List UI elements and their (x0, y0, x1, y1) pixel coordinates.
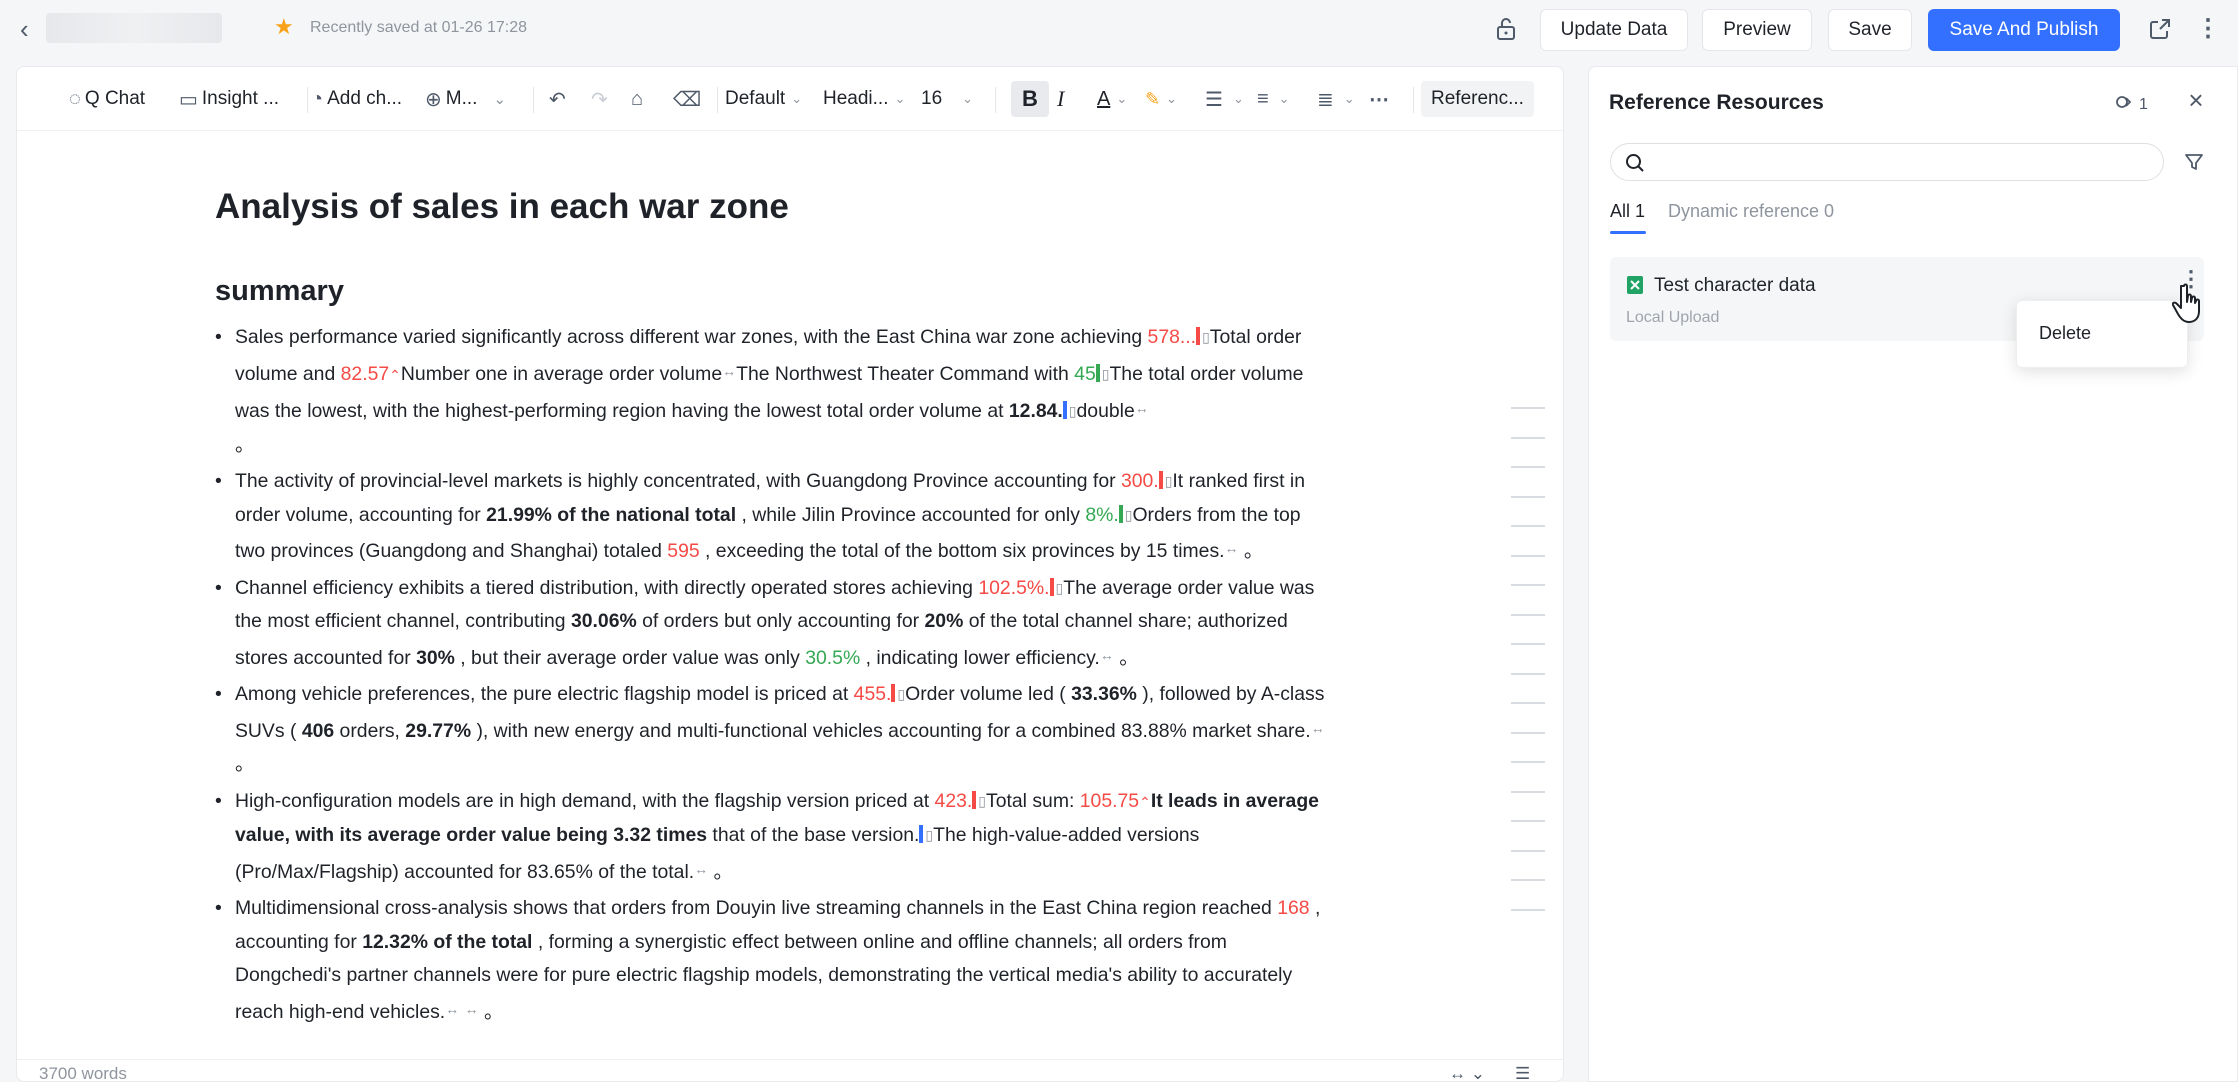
lock-icon[interactable] (1494, 16, 1518, 42)
heading-select[interactable]: Headi... ⌄ (823, 81, 905, 117)
more-tools-icon[interactable]: ⋯ (1369, 81, 1393, 117)
link-icon: ↔ (445, 1000, 460, 1017)
numbered-list-icon[interactable]: ≡ ⌄ (1257, 81, 1290, 117)
outline-toggle-icon[interactable]: ☰ (1515, 1064, 1530, 1081)
chevron-down-icon: ⌄ (1232, 91, 1244, 106)
formatting-toolbar: ◌ Q Chat ▭ Insight ... ◔ Add ch... ⊕ M... ⌄ ↶… (17, 67, 1563, 131)
search-input[interactable] (1655, 150, 2145, 176)
delete-menu-item[interactable]: Delete (2039, 323, 2091, 344)
link-icon: ↔ (1310, 719, 1325, 736)
text-color-icon[interactable]: A ⌄ (1097, 81, 1127, 117)
word-count: 3700 words (39, 1064, 127, 1082)
chevron-down-icon: ⌄ (493, 91, 507, 108)
link-icon: ↔ (694, 860, 709, 877)
pie-chart-icon: ◔ (311, 87, 324, 110)
chevron-down-icon: ⌄ (894, 91, 906, 106)
chevron-down-icon: ⌄ (1343, 91, 1355, 106)
undo-icon[interactable]: ↶ (549, 81, 570, 117)
link-chain-icon (2115, 93, 2133, 116)
reference-resources-panel: Reference Resources 1 × All 1 Dynamic re… (1588, 66, 2238, 1082)
link-icon: ↔ (1134, 400, 1149, 416)
tab-dynamic-reference[interactable]: Dynamic reference 0 (1668, 201, 1834, 222)
filter-icon[interactable] (2183, 151, 2205, 173)
summary-list: Sales performance varied significantly a… (215, 321, 1335, 1029)
bullet-list-icon[interactable]: ☰ ⌄ (1205, 81, 1244, 117)
document-outline-minimap[interactable] (1511, 407, 1545, 938)
list-item[interactable]: Multidimensional cross-analysis shows th… (215, 892, 1335, 1029)
chevron-down-icon: ⌄ (962, 91, 974, 106)
search-field[interactable] (1610, 143, 2164, 181)
list-item[interactable]: Among vehicle preferences, the pure elec… (215, 678, 1335, 782)
back-arrow-icon[interactable]: ‹ (20, 16, 44, 42)
plus-circle-icon: ⊕ (425, 88, 442, 111)
resource-source: Local Upload (1626, 309, 1720, 326)
document-title[interactable]: Analysis of sales in each war zone (215, 183, 1335, 231)
link-icon: ↔ (464, 1000, 479, 1017)
add-chart-button[interactable]: ◔ Add ch... (311, 81, 402, 117)
open-external-icon[interactable] (2148, 17, 2172, 41)
q-chat-button[interactable]: ◌ Q Chat (69, 81, 145, 117)
chevron-down-icon: ⌄ (1116, 91, 1128, 106)
document-name-field[interactable] (46, 13, 222, 43)
list-item[interactable]: The activity of provincial-level markets… (215, 465, 1335, 569)
save-status: Recently saved at 01-26 17:28 (310, 19, 528, 36)
eraser-icon[interactable]: ⌫ (673, 81, 705, 117)
resource-name: Test character data (1654, 275, 1816, 296)
comment-icon: ▭ (179, 88, 198, 111)
font-style-select[interactable]: Default ⌄ (725, 81, 802, 117)
redo-icon[interactable]: ↷ (591, 81, 612, 117)
font-size-select[interactable]: 16 ⌄ (921, 81, 973, 117)
reference-count[interactable]: 1 (2115, 93, 2148, 116)
hand-cursor-icon (2171, 282, 2206, 326)
top-bar: ‹ ★ Recently saved at 01-26 17:28 Update… (0, 0, 2238, 58)
close-icon[interactable]: × (2183, 87, 2209, 113)
preview-button[interactable]: Preview (1702, 9, 1812, 51)
link-icon: ↔ (1099, 646, 1114, 663)
chevron-down-icon: ⌄ (791, 91, 803, 106)
resource-context-menu: Delete (2016, 300, 2188, 368)
format-painter-icon[interactable]: ⌂ (631, 81, 647, 117)
trend-icon: ⌃ (389, 366, 401, 383)
insight-button[interactable]: ▭ Insight ... (179, 81, 279, 117)
more-options-icon[interactable]: ⋮ (2196, 14, 2220, 44)
search-icon (1625, 153, 1645, 173)
update-data-button[interactable]: Update Data (1540, 9, 1688, 51)
tab-all[interactable]: All 1 (1610, 201, 1645, 222)
chevron-down-icon: ⌄ (1166, 91, 1177, 106)
reference-button[interactable]: Referenc... (1421, 81, 1534, 117)
document-body[interactable]: Analysis of sales in each war zone summa… (215, 183, 1335, 1032)
panel-title: Reference Resources (1609, 91, 1824, 114)
page-width-icon[interactable]: ↔ ⌄ (1449, 1064, 1485, 1081)
link-icon: ↔ (722, 362, 737, 379)
list-item[interactable]: Sales performance varied significantly a… (215, 321, 1335, 462)
list-item[interactable]: High-configuration models are in high de… (215, 785, 1335, 890)
chevron-down-icon: ⌄ (1278, 91, 1290, 106)
bold-icon[interactable]: B (1011, 81, 1049, 117)
list-item[interactable]: Channel efficiency exhibits a tiered dis… (215, 572, 1335, 676)
status-bar: 3700 words ↔ ⌄ ☰ (17, 1059, 1563, 1082)
trend-icon: ⌃ (1139, 793, 1151, 810)
star-icon[interactable]: ★ (274, 16, 296, 38)
italic-icon[interactable]: I (1057, 81, 1064, 117)
active-tab-indicator (1610, 231, 1646, 234)
align-icon[interactable]: ≣ ⌄ (1317, 81, 1355, 117)
save-button[interactable]: Save (1828, 9, 1912, 51)
chat-icon: ◌ (69, 87, 81, 110)
excel-file-icon (1626, 275, 1644, 295)
editor-panel: ◌ Q Chat ▭ Insight ... ◔ Add ch... ⊕ M... ⌄ ↶… (16, 66, 1564, 1082)
save-and-publish-button[interactable]: Save And Publish (1928, 9, 2120, 51)
section-heading[interactable]: summary (215, 271, 1335, 311)
more-insert-button[interactable]: ⊕ M... ⌄ (425, 81, 506, 117)
highlight-icon[interactable]: ✎ ⌄ (1145, 81, 1177, 117)
link-icon: ↔ (1224, 540, 1239, 556)
